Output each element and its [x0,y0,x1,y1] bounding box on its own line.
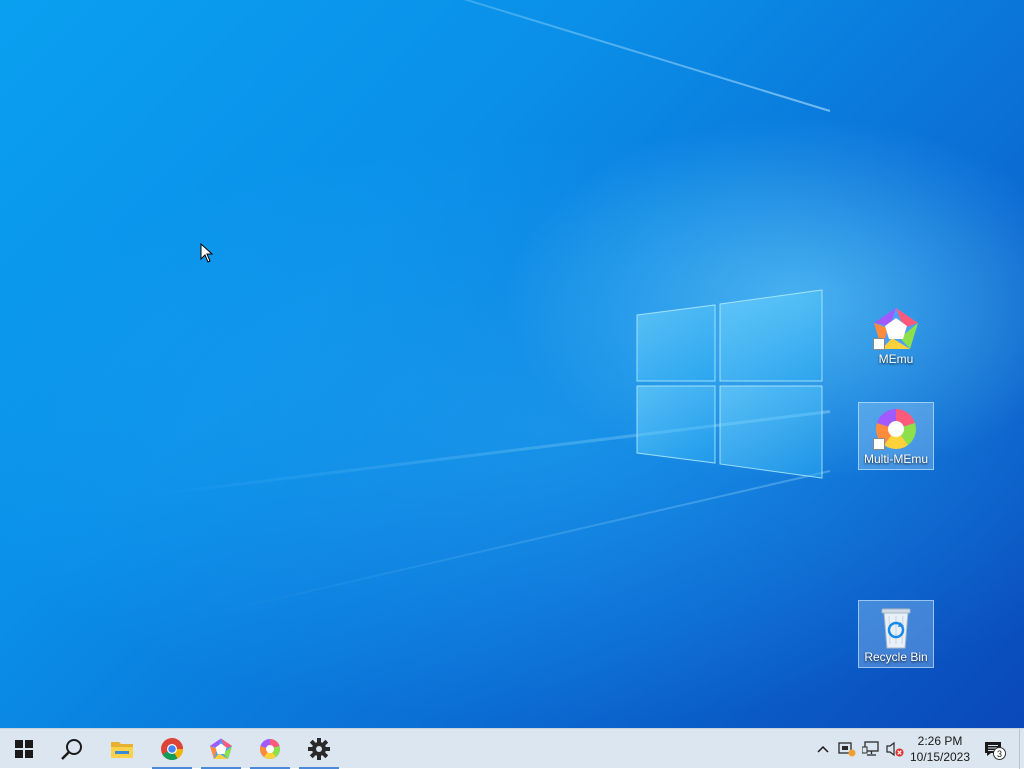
taskbar-multi-memu[interactable] [250,729,290,769]
memu-tray-icon [838,742,856,757]
notification-count-badge: 3 [993,747,1006,760]
desktop-icon-recycle-bin[interactable]: Recycle Bin [858,600,934,668]
taskbar-file-explorer[interactable] [102,729,142,769]
volume-muted-icon [886,741,904,757]
desktop-icon-label: MEmu [878,352,914,366]
memu-icon [870,306,922,352]
action-center-button[interactable]: 3 [980,729,1006,769]
clock-date: 10/15/2023 [909,750,971,764]
gear-icon [308,738,330,760]
start-button[interactable] [4,729,44,769]
folder-icon [111,742,133,758]
network-icon [862,741,879,756]
search-button[interactable] [52,729,92,769]
desktop-icon-label: Multi-MEmu [863,452,928,466]
tray-network[interactable] [860,729,882,769]
memu-icon [210,738,232,759]
wallpaper-light-beam [144,410,831,498]
desktop-icon-label: Recycle Bin [864,650,928,664]
recycle-bin-icon [870,604,922,650]
taskbar-settings[interactable] [299,729,339,769]
shortcut-arrow-icon [873,438,885,450]
chevron-up-icon [817,745,829,753]
tray-volume[interactable] [884,729,906,769]
search-icon [61,739,82,760]
multi-memu-icon [260,739,280,759]
show-desktop-button[interactable] [1019,729,1024,769]
tray-memu[interactable] [836,729,858,769]
windows-logo-icon [15,740,33,758]
tray-overflow-button[interactable] [813,729,833,769]
mouse-cursor-icon [200,243,214,263]
taskbar-chrome[interactable] [152,729,192,769]
taskbar-clock[interactable]: 2:26 PM 10/15/2023 [905,729,975,769]
taskbar: 2:26 PM 10/15/2023 3 [0,728,1024,769]
desktop-icon-memu[interactable]: MEmu [858,303,934,371]
taskbar-memu[interactable] [201,729,241,769]
desktop-icon-multi-memu[interactable]: Multi-MEmu [858,402,934,470]
desktop[interactable]: MEmu Multi-MEmu Recycle Bin [0,0,1024,728]
wallpaper-light-beam [215,470,831,614]
clock-time: 2:26 PM [917,734,963,748]
chrome-icon [161,738,183,760]
multi-memu-icon [870,406,922,452]
wallpaper-light-beam [179,0,831,112]
shortcut-arrow-icon [873,338,885,350]
